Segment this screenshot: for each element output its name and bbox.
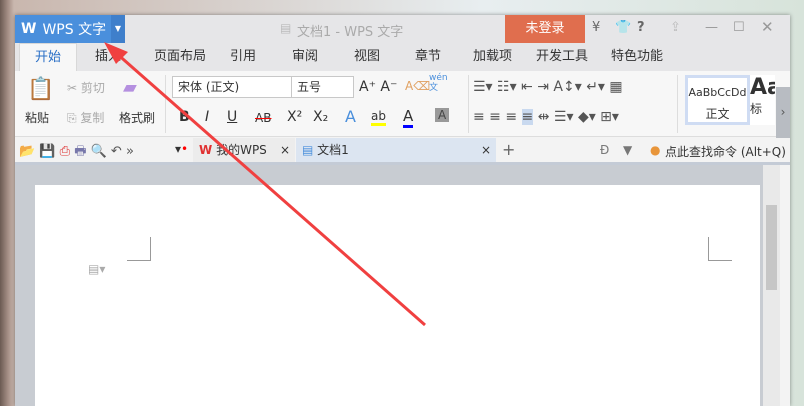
arrow-shaft — [114, 50, 426, 327]
annotation-arrow — [104, 42, 426, 327]
